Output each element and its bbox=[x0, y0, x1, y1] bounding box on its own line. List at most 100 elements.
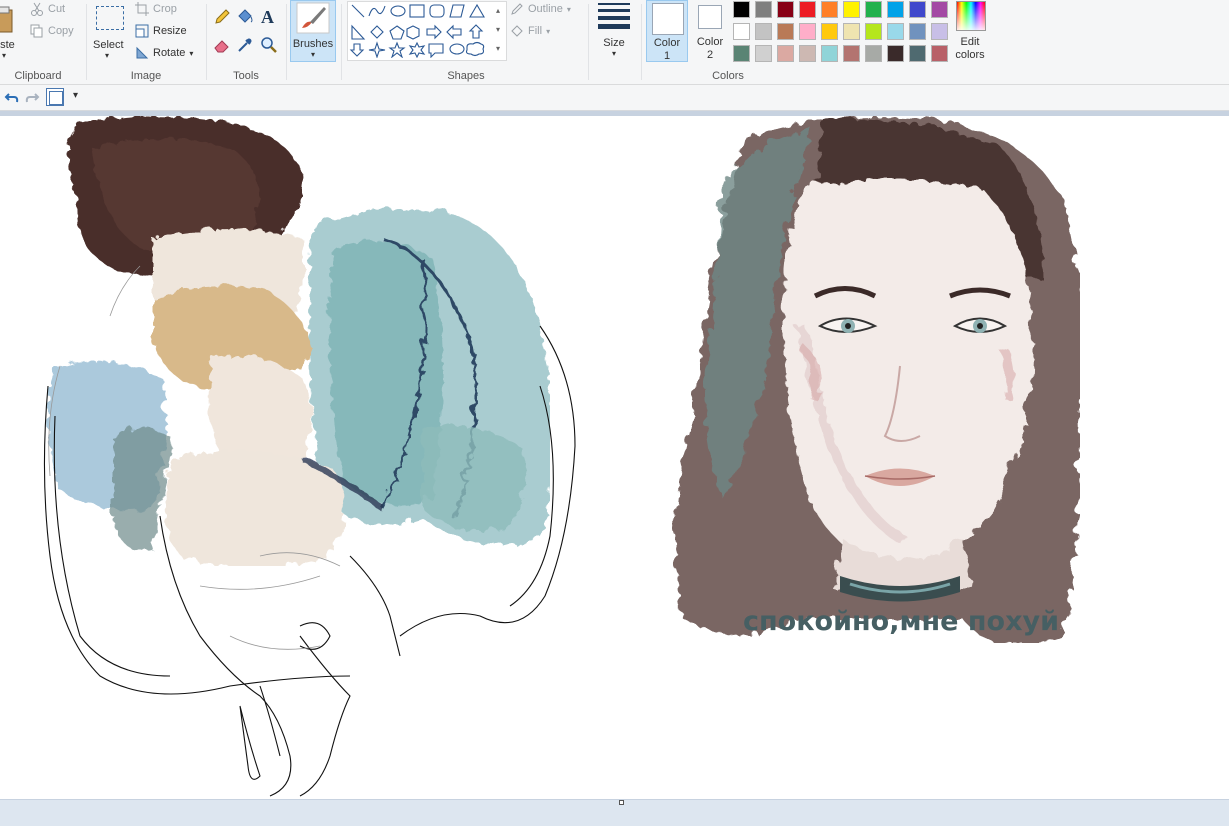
canvas-resize-handle[interactable] bbox=[619, 800, 624, 805]
outline-dropdown-arrow[interactable]: ▾ bbox=[567, 5, 571, 14]
copy-button[interactable]: Copy bbox=[30, 24, 74, 38]
rainbow-icon bbox=[956, 1, 986, 31]
size-button[interactable]: Size ▾ bbox=[592, 0, 636, 62]
color-swatch[interactable] bbox=[799, 23, 816, 40]
color1-button[interactable]: Color 1 bbox=[646, 0, 688, 62]
pencil-icon[interactable] bbox=[213, 8, 231, 26]
color-swatch[interactable] bbox=[843, 23, 860, 40]
color-swatch[interactable] bbox=[887, 1, 904, 18]
undo-icon[interactable] bbox=[4, 90, 20, 106]
fill-button[interactable]: Fill ▾ bbox=[510, 24, 550, 38]
crop-button[interactable]: Crop bbox=[135, 2, 177, 16]
cut-button[interactable]: Cut bbox=[30, 2, 65, 16]
copy-label: Copy bbox=[48, 25, 74, 37]
image-group-label: Image bbox=[130, 70, 162, 82]
color-swatch[interactable] bbox=[733, 23, 750, 40]
color-swatch[interactable] bbox=[777, 45, 794, 62]
color-swatch[interactable] bbox=[821, 23, 838, 40]
clipboard-group: aste ▾ Cut Copy Clipboard bbox=[0, 0, 86, 84]
select-label: Select bbox=[93, 39, 124, 51]
paste-label: aste bbox=[0, 39, 15, 51]
color2-swatch bbox=[698, 5, 722, 29]
color-palette bbox=[732, 0, 952, 66]
quick-access-toolbar: ▾ bbox=[0, 85, 1229, 111]
shapes-gallery-scroll[interactable]: ▴ ▾ ▾ bbox=[492, 1, 504, 59]
paste-dropdown-arrow[interactable]: ▾ bbox=[2, 51, 6, 60]
color-swatch[interactable] bbox=[777, 23, 794, 40]
brushes-label: Brushes bbox=[292, 38, 334, 50]
text-tool-icon[interactable]: A bbox=[261, 7, 274, 28]
ribbon: aste ▾ Cut Copy Clipboard Select ▾ Crop … bbox=[0, 0, 1229, 85]
select-dropdown-arrow[interactable]: ▾ bbox=[105, 51, 109, 60]
fill-dropdown-arrow[interactable]: ▾ bbox=[546, 27, 550, 36]
fill-bucket-icon[interactable] bbox=[236, 8, 254, 26]
status-bar bbox=[0, 799, 1229, 826]
color-swatch[interactable] bbox=[777, 1, 794, 18]
color-swatch[interactable] bbox=[755, 45, 772, 62]
color-swatch[interactable] bbox=[909, 23, 926, 40]
color-swatch[interactable] bbox=[821, 45, 838, 62]
color-swatch[interactable] bbox=[931, 1, 948, 18]
color-swatch[interactable] bbox=[865, 45, 882, 62]
redo-icon[interactable] bbox=[24, 90, 40, 106]
edit-colors-label-line1: Edit bbox=[960, 36, 980, 48]
outline-label: Outline bbox=[528, 3, 563, 15]
rotate-label: Rotate bbox=[153, 47, 186, 59]
magnifier-icon[interactable] bbox=[260, 36, 278, 54]
artwork-portrait bbox=[672, 116, 1080, 643]
clipboard-icon bbox=[0, 6, 13, 33]
color2-label: Color bbox=[696, 36, 724, 48]
color-swatch[interactable] bbox=[931, 45, 948, 62]
color-swatch[interactable] bbox=[865, 23, 882, 40]
color-swatch[interactable] bbox=[755, 23, 772, 40]
shapes-gallery-icons[interactable] bbox=[349, 2, 499, 58]
outline-pencil-icon bbox=[511, 3, 523, 15]
color1-label: Color bbox=[653, 37, 681, 49]
color-swatch[interactable] bbox=[865, 1, 882, 18]
color-swatch[interactable] bbox=[931, 23, 948, 40]
canvas-caption: спокойно,мне похуй bbox=[743, 606, 1060, 637]
color-swatch[interactable] bbox=[799, 45, 816, 62]
color-swatch[interactable] bbox=[755, 1, 772, 18]
size-dropdown-arrow[interactable]: ▾ bbox=[592, 49, 636, 58]
tools-group: A Tools bbox=[207, 0, 285, 84]
scissors-icon bbox=[31, 2, 43, 16]
color2-button[interactable]: Color 2 bbox=[690, 0, 730, 62]
outline-button[interactable]: Outline ▾ bbox=[510, 2, 571, 16]
copy-icon bbox=[30, 24, 43, 38]
color-swatch[interactable] bbox=[843, 1, 860, 18]
resize-button[interactable]: Resize bbox=[135, 24, 187, 38]
separator bbox=[588, 4, 589, 80]
color2-number: 2 bbox=[706, 49, 714, 61]
eraser-icon[interactable] bbox=[213, 36, 231, 54]
color-picker-icon[interactable] bbox=[236, 36, 254, 54]
color-swatch[interactable] bbox=[733, 45, 750, 62]
edit-colors-button[interactable]: Edit colors bbox=[950, 0, 990, 62]
select-button[interactable]: Select ▾ bbox=[89, 2, 129, 60]
color-swatch[interactable] bbox=[909, 45, 926, 62]
rotate-button[interactable]: Rotate ▾ bbox=[135, 46, 193, 60]
colors-group-label: Colors bbox=[712, 70, 744, 82]
brushes-button[interactable]: Brushes ▾ bbox=[290, 0, 336, 62]
tools-group-label: Tools bbox=[233, 70, 259, 82]
selection-shape-icon[interactable] bbox=[46, 88, 64, 106]
size-label: Size bbox=[603, 37, 625, 49]
fill-bucket-small-icon bbox=[511, 25, 523, 37]
crop-label: Crop bbox=[153, 3, 177, 15]
paste-button[interactable]: aste ▾ bbox=[0, 2, 24, 60]
select-rectangle-icon bbox=[96, 6, 124, 30]
color-swatch[interactable] bbox=[799, 1, 816, 18]
customize-toolbar-dropdown[interactable]: ▾ bbox=[73, 90, 78, 101]
brushes-dropdown-arrow[interactable]: ▾ bbox=[291, 50, 335, 59]
resize-icon bbox=[135, 24, 149, 38]
color-swatch[interactable] bbox=[843, 45, 860, 62]
separator bbox=[286, 4, 287, 80]
color-swatch[interactable] bbox=[821, 1, 838, 18]
color-swatch[interactable] bbox=[909, 1, 926, 18]
color-swatch[interactable] bbox=[887, 45, 904, 62]
rotate-dropdown-arrow[interactable]: ▾ bbox=[189, 49, 193, 58]
drawing-canvas[interactable]: спокойно,мне похуй bbox=[0, 116, 1229, 799]
color-swatch[interactable] bbox=[887, 23, 904, 40]
color-swatch[interactable] bbox=[733, 1, 750, 18]
cut-label: Cut bbox=[48, 3, 66, 15]
